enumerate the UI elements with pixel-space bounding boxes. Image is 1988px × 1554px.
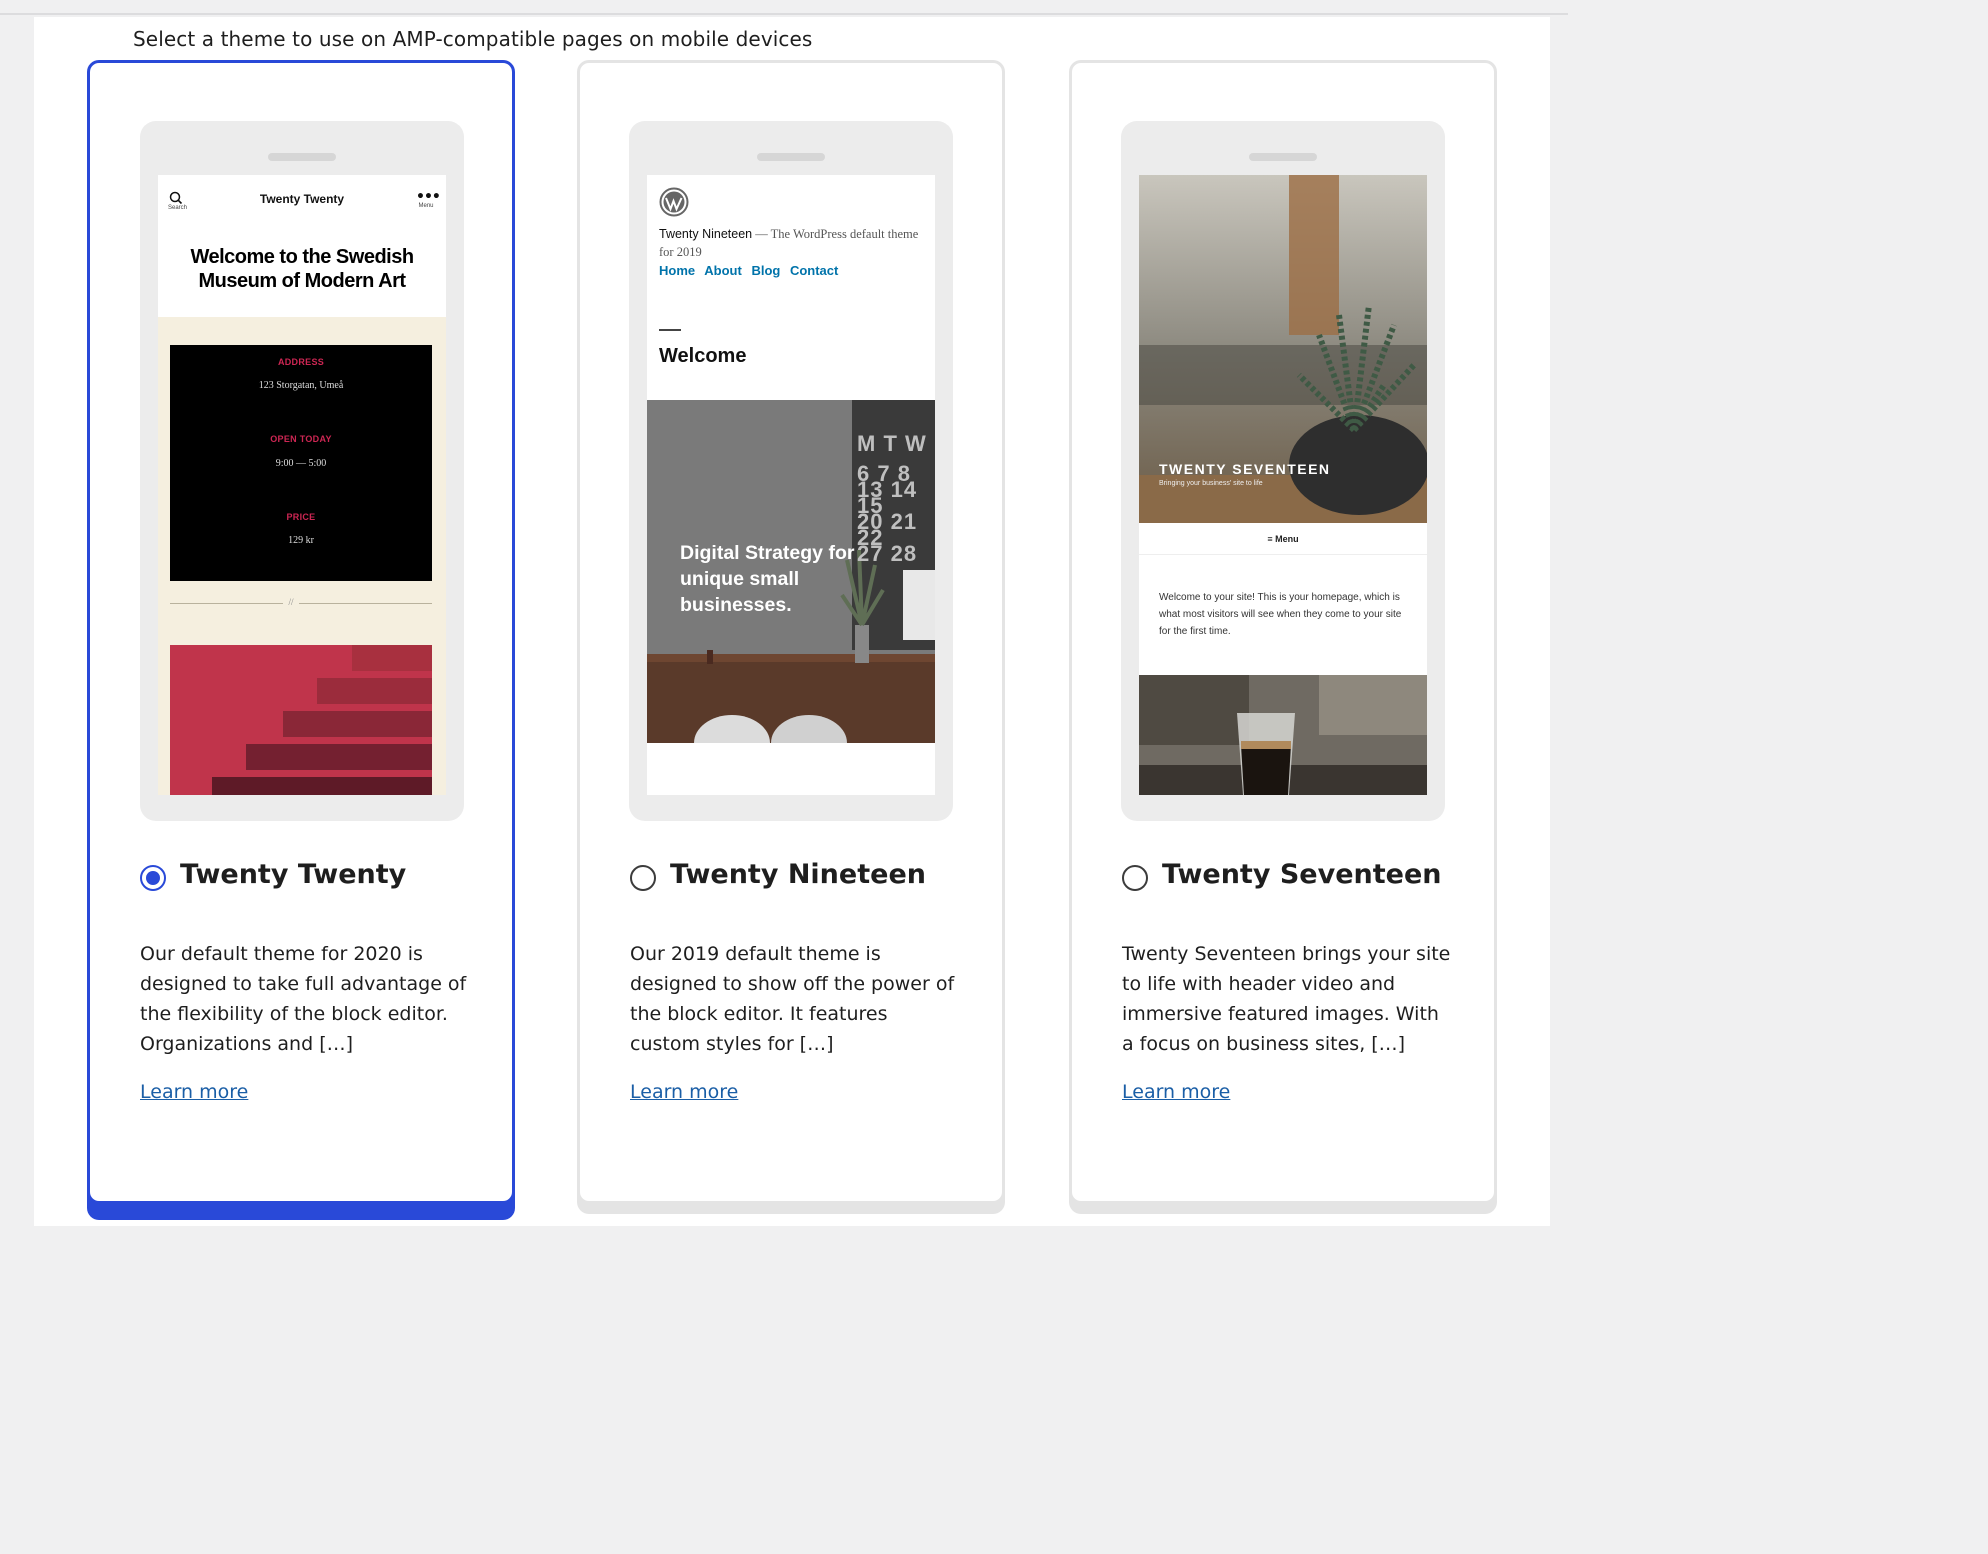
theme-description: Twenty Seventeen brings your site to lif… — [1122, 943, 1451, 1055]
theme-preview-phone: Twenty Nineteen — The WordPress default … — [629, 121, 953, 821]
theme-preview-screen: TWENTY SEVENTEEN Bringing your business'… — [1139, 175, 1427, 795]
phone-speaker — [757, 153, 825, 161]
preview-divider-mark: // — [283, 597, 299, 609]
preview-hero-image: TWENTY SEVENTEEN Bringing your business'… — [1139, 175, 1427, 523]
preview-nav-blog: Blog — [751, 263, 781, 278]
preview-headline: Welcome to the Swedish Museum of Modern … — [190, 246, 414, 292]
preview-open-value: 9:00 — 5:00 — [275, 458, 327, 469]
preview-featured-image — [170, 645, 432, 795]
theme-radio-twenty-nineteen[interactable] — [630, 865, 656, 891]
theme-card-twenty-twenty[interactable]: Search Twenty Twenty ••• Menu Welcome to… — [87, 60, 515, 1204]
preview-featured-image — [1139, 675, 1427, 795]
theme-preview-screen: Search Twenty Twenty ••• Menu Welcome to… — [158, 175, 446, 795]
phone-speaker — [1249, 153, 1317, 161]
preview-nav-contact: Contact — [789, 263, 839, 278]
preview-price-label: PRICE — [286, 512, 316, 522]
preview-divider — [170, 603, 432, 604]
more-dots-icon: ••• — [416, 189, 441, 205]
theme-name: Twenty Twenty — [180, 859, 407, 890]
section-description: Select a theme to use on AMP-compatible … — [133, 27, 813, 51]
preview-open-label: OPEN TODAY — [270, 434, 332, 444]
preview-price-value: 129 kr — [288, 535, 314, 546]
preview-headline: Digital Strategy for unique small busine… — [680, 542, 855, 616]
preview-welcome: Welcome — [659, 345, 747, 367]
theme-description: Our 2019 default theme is designed to sh… — [630, 943, 955, 1055]
theme-preview-phone: Search Twenty Twenty ••• Menu Welcome to… — [140, 121, 464, 821]
preview-address-label: ADDRESS — [277, 357, 325, 367]
phone-speaker — [268, 153, 336, 161]
preview-nav-home: Home — [659, 263, 696, 278]
preview-menu-label: Menu — [418, 203, 434, 209]
preview-nav: Home About Blog Contact — [659, 263, 844, 278]
learn-more-link[interactable]: Learn more — [140, 1081, 248, 1103]
wordpress-logo-icon — [659, 187, 689, 217]
preview-site-title: Twenty Twenty — [259, 192, 345, 206]
theme-preview-phone: TWENTY SEVENTEEN Bringing your business'… — [1121, 121, 1445, 821]
theme-name: Twenty Seventeen — [1162, 859, 1442, 890]
learn-more-link[interactable]: Learn more — [630, 1081, 738, 1103]
theme-card-twenty-seventeen[interactable]: TWENTY SEVENTEEN Bringing your business'… — [1069, 60, 1497, 1204]
preview-nav-about: About — [704, 263, 742, 278]
preview-address-value: 123 Storgatan, Umeå — [258, 380, 344, 391]
preview-body: ADDRESS 123 Storgatan, Umeå OPEN TODAY 9… — [158, 317, 446, 795]
preview-dash — [659, 329, 681, 331]
preview-header: Search Twenty Twenty ••• Menu Welcome to… — [158, 175, 446, 317]
admin-top-strip — [0, 0, 1568, 15]
theme-name: Twenty Nineteen — [670, 859, 926, 890]
theme-preview-screen: Twenty Nineteen — The WordPress default … — [647, 175, 935, 795]
theme-radio-twenty-seventeen[interactable] — [1122, 865, 1148, 891]
preview-menu: ≡ Menu — [1139, 523, 1427, 555]
preview-site-title: TWENTY SEVENTEEN — [1159, 461, 1331, 477]
theme-card-twenty-nineteen[interactable]: Twenty Nineteen — The WordPress default … — [577, 60, 1005, 1204]
preview-tagline: Bringing your business' site to life — [1159, 480, 1263, 487]
preview-menu: ••• Menu — [416, 189, 441, 209]
theme-radio-twenty-twenty[interactable] — [140, 865, 166, 891]
preview-featured-image: M T W 6 7 8 13 14 15 20 21 22 27 28 Digi… — [647, 400, 935, 743]
learn-more-link[interactable]: Learn more — [1122, 1081, 1230, 1103]
preview-site-header: Twenty Nineteen — The WordPress default … — [659, 225, 929, 261]
theme-description: Our default theme for 2020 is designed t… — [140, 943, 467, 1055]
preview-site-title: Twenty Nineteen — [659, 227, 753, 241]
preview-intro-text: Welcome to your site! This is your homep… — [1159, 592, 1402, 637]
coffee-photo — [1139, 675, 1427, 795]
preview-info-block: ADDRESS 123 Storgatan, Umeå OPEN TODAY 9… — [170, 345, 432, 581]
